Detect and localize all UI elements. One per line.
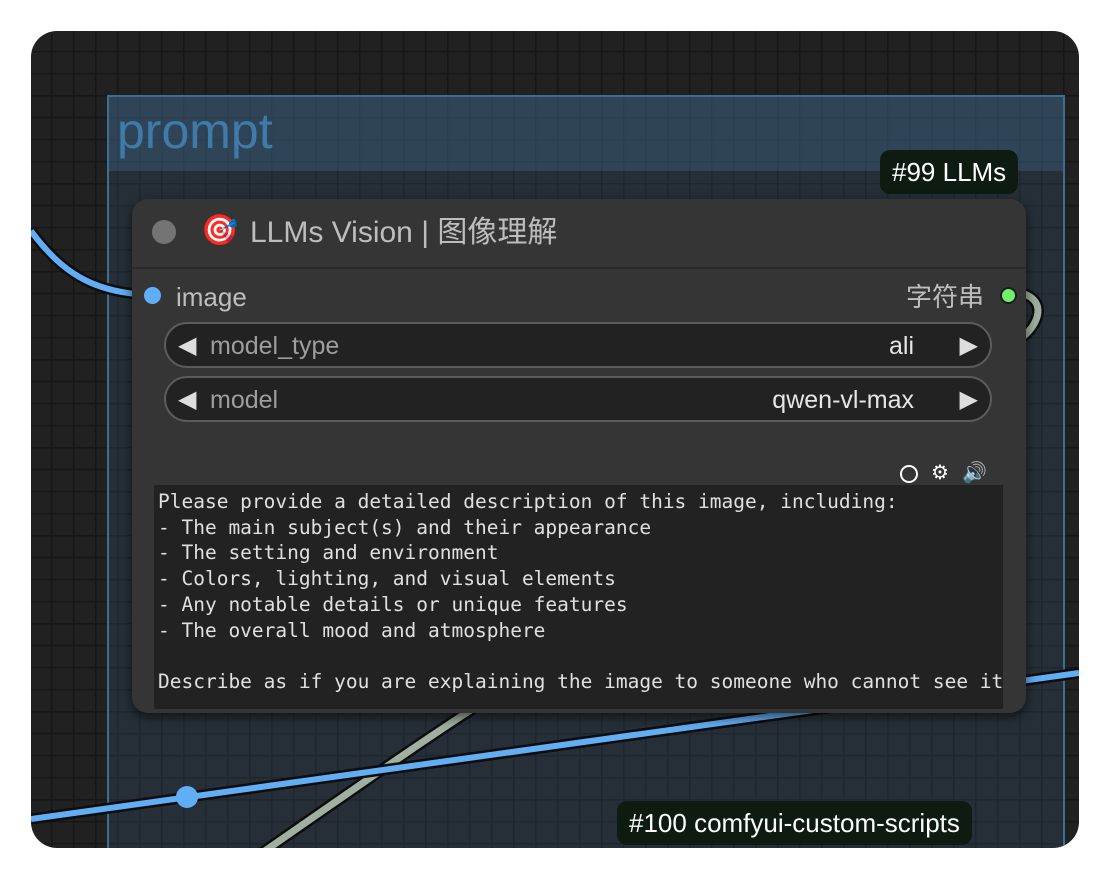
image-input-socket[interactable]	[144, 287, 161, 304]
string-output-socket[interactable]	[1000, 287, 1017, 304]
image-input-label: image	[176, 282, 247, 312]
llms-vision-node[interactable]: 🎯 LLMs Vision | 图像理解 image 字符串 ◀ model_t…	[132, 199, 1026, 713]
workflow-canvas[interactable]: prompt #99 LLMs 🎯 LLMs Vision | 图像理解 ima…	[31, 31, 1079, 848]
model-type-next-arrow-icon[interactable]: ▶	[960, 330, 978, 362]
speaker-icon[interactable]: 🔊	[962, 461, 987, 485]
model-type-prev-arrow-icon[interactable]: ◀	[178, 330, 196, 362]
string-output-label: 字符串	[905, 282, 984, 312]
model-type-label: model_type	[210, 332, 340, 360]
model-prev-arrow-icon[interactable]: ◀	[178, 384, 196, 416]
textarea-toolbar: ⚙ 🔊	[890, 461, 987, 485]
link-midpoint-dot	[176, 786, 198, 808]
model-value[interactable]: qwen-vl-max	[772, 384, 914, 416]
custom-scripts-badge: #100 comfyui-custom-scripts	[617, 801, 972, 845]
gear-icon[interactable]: ⚙	[928, 461, 952, 485]
node-title: LLMs Vision | 图像理解	[250, 216, 558, 249]
node-header[interactable]: 🎯 LLMs Vision | 图像理解	[132, 199, 1026, 269]
collapse-toggle[interactable]	[152, 220, 176, 244]
model-label: model	[210, 386, 279, 414]
node-source-badge: #99 LLMs	[880, 150, 1019, 194]
prompt-textarea[interactable]: Please provide a detailed description of…	[154, 485, 1003, 709]
circle-icon[interactable]	[900, 464, 918, 483]
model-type-value[interactable]: ali	[889, 330, 914, 362]
model-widget[interactable]: ◀ model qwen-vl-max ▶	[164, 376, 992, 422]
model-type-widget[interactable]: ◀ model_type ali ▶	[164, 322, 992, 368]
target-icon: 🎯	[201, 214, 239, 247]
model-next-arrow-icon[interactable]: ▶	[960, 384, 978, 416]
